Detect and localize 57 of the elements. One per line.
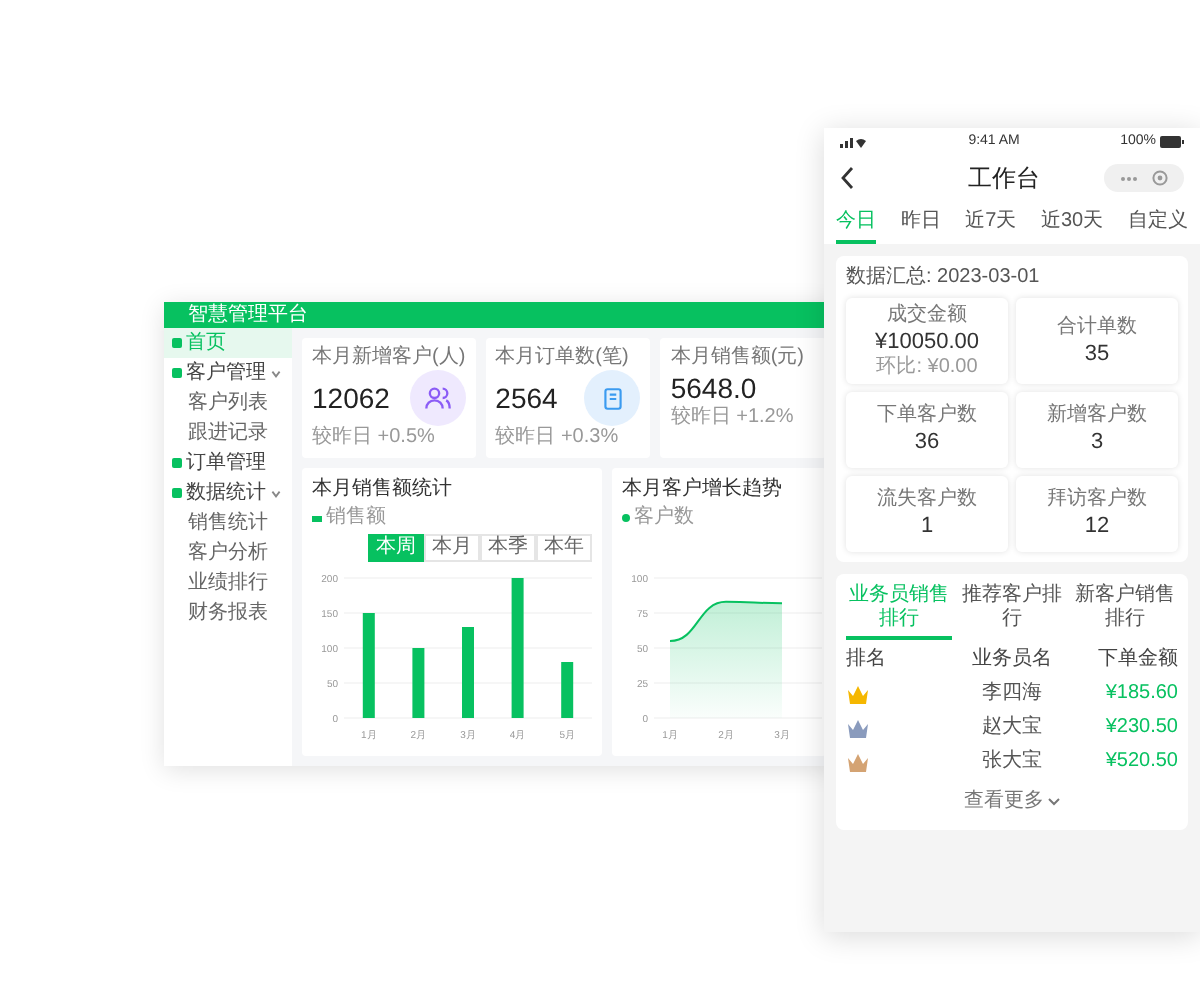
app-title: 智慧管理平台 — [188, 305, 308, 325]
stat-value: 36 — [914, 428, 940, 456]
sidebar-subitem[interactable]: 财务报表 — [164, 598, 292, 628]
stat-label: 本月新增客户(人) — [312, 346, 466, 370]
sidebar-item[interactable]: 客户管理 — [164, 358, 292, 388]
column-header: 排名 — [846, 646, 888, 674]
panel-title: 本月客户增长趋势 — [622, 478, 784, 502]
table-cell-text: 赵大宝 — [979, 714, 1044, 742]
range-tab[interactable]: 本月 — [424, 534, 480, 562]
stat-value: ¥10050.00 — [875, 328, 979, 355]
stat-value: 35 — [1084, 339, 1110, 367]
stat-note: 较昨日 +0.3% — [495, 426, 621, 450]
more-link[interactable]: 查看更多 — [964, 782, 1060, 820]
table-cell-text: ¥185.60 — [1103, 680, 1178, 708]
panel-title: 本月销售额统计 — [312, 478, 454, 502]
column-header: 下单金额 — [1095, 646, 1178, 674]
table-cell-text: ¥230.50 — [1103, 714, 1178, 742]
date-tab[interactable]: 近30天 — [1040, 200, 1104, 244]
sidebar-subitem[interactable]: 跟进记录 — [164, 418, 292, 448]
sidebar-subitem[interactable]: 销售统计 — [164, 508, 292, 538]
column-header: 业务员名 — [969, 646, 1054, 674]
stat-label: 合计单数 — [1057, 315, 1137, 339]
stat-value: 5648.0 — [670, 370, 757, 405]
stat-value: 2564 — [495, 380, 558, 416]
page-title: 工作台 — [968, 162, 1040, 196]
stat-label: 新增客户数 — [1047, 404, 1147, 428]
stat-label: 拜访客户数 — [1047, 488, 1147, 512]
range-tab[interactable]: 本季 — [480, 534, 536, 562]
date-tab[interactable]: 昨日 — [900, 200, 941, 244]
legend-label: 销售额 — [326, 506, 386, 530]
ranking-tab[interactable]: 新客户销售排行 — [1071, 584, 1178, 640]
sidebar-subitem[interactable]: 客户分析 — [164, 538, 292, 568]
table-cell-text: 张大宝 — [979, 748, 1044, 776]
stat-value: 1 — [920, 512, 934, 540]
stat-value: 12062 — [312, 380, 390, 416]
stat-label: 下单客户数 — [877, 404, 977, 428]
date-tab[interactable]: 自定义 — [1127, 200, 1188, 244]
table-cell-text: ¥520.50 — [1103, 748, 1178, 776]
summary-date: 数据汇总: 2023-03-01 — [846, 266, 1042, 290]
range-tab[interactable]: 本年 — [536, 534, 592, 562]
stat-value: 12 — [1084, 512, 1110, 540]
stat-label: 流失客户数 — [877, 488, 977, 512]
sidebar-subitem[interactable]: 客户列表 — [164, 388, 292, 418]
stat-note: 较昨日 +0.5% — [312, 426, 437, 450]
stat-label: 本月订单数(笔) — [495, 346, 631, 370]
stat-note: 环比: ¥0.00 — [876, 356, 978, 378]
date-tab[interactable]: 近7天 — [965, 200, 1017, 244]
sidebar-subitem[interactable]: 业绩排行 — [164, 568, 292, 598]
table-cell-text: 李四海 — [979, 680, 1044, 708]
stat-label: 成交金额 — [887, 304, 967, 328]
stat-label: 本月销售额(元) — [670, 346, 807, 370]
stat-note: 较昨日 +1.2% — [670, 406, 796, 430]
sidebar-item[interactable]: 数据统计 — [164, 478, 292, 508]
stat-value: 3 — [1090, 428, 1104, 456]
sidebar-item[interactable]: 订单管理 — [164, 448, 292, 478]
legend-label: 客户数 — [634, 506, 694, 530]
ranking-tab[interactable]: 推荐客户排行 — [958, 584, 1066, 640]
